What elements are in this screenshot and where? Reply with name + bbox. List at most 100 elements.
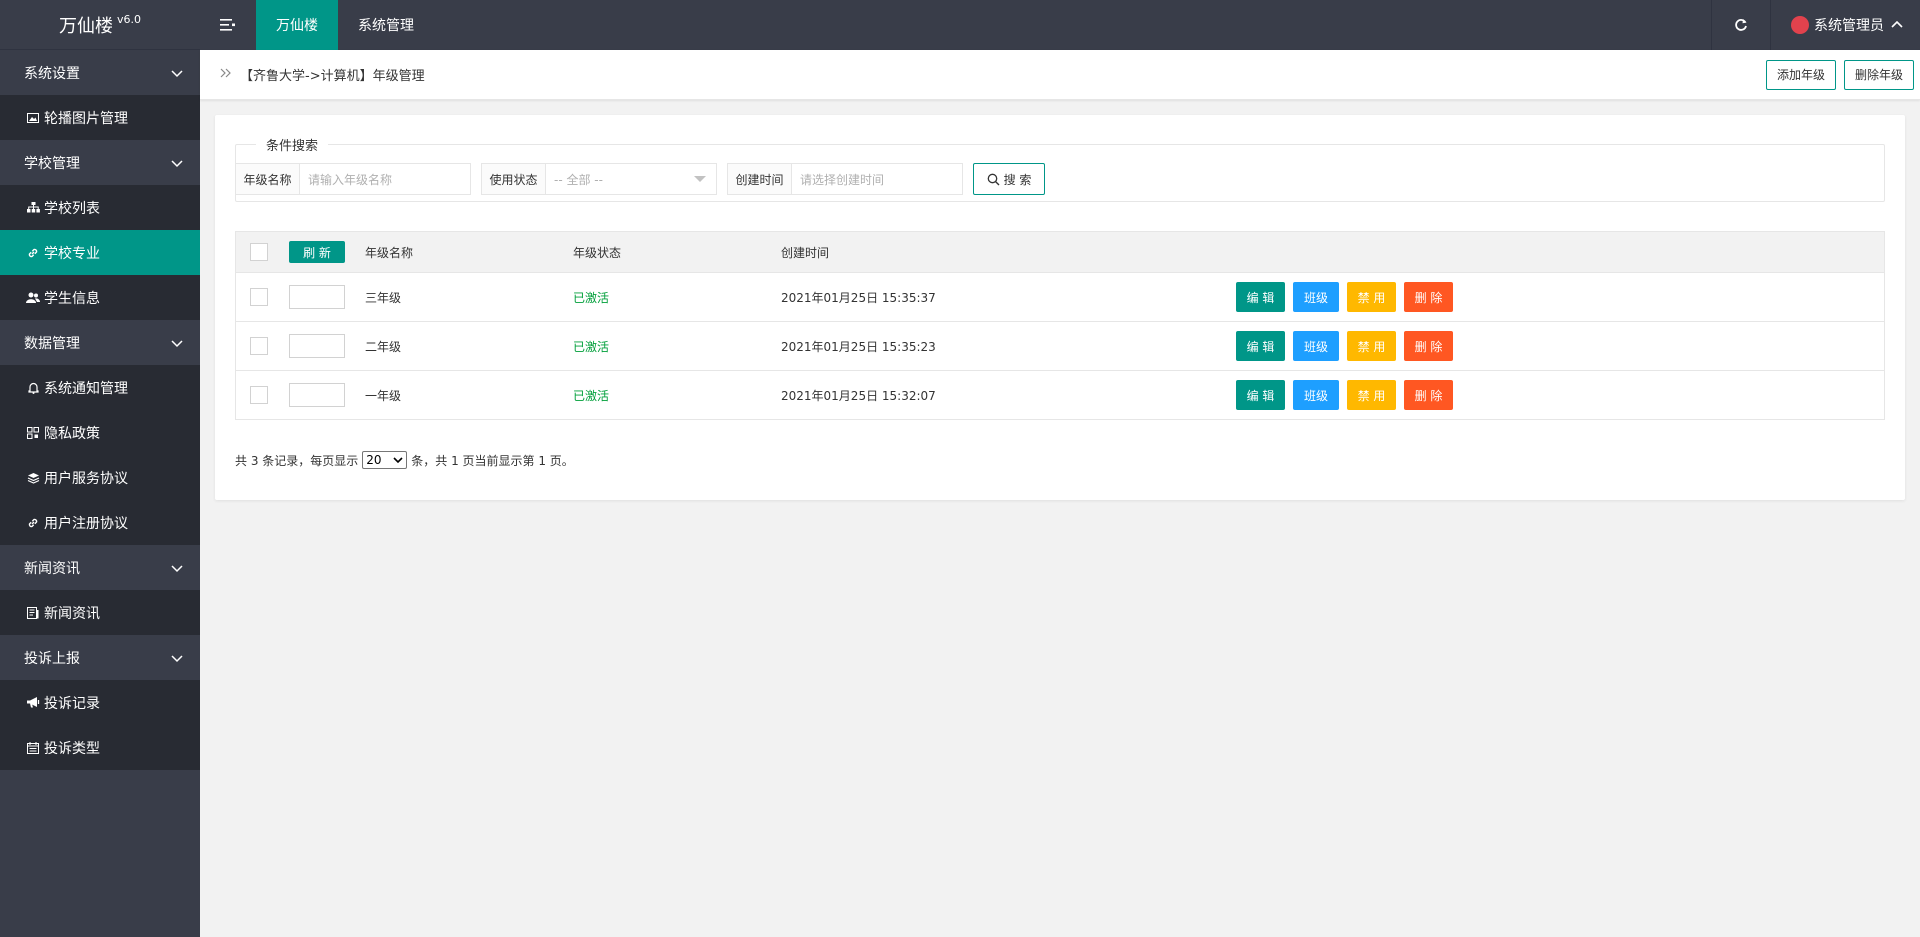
table-refresh-button[interactable]: 刷 新 <box>289 241 345 263</box>
app-logo[interactable]: 万仙楼 v6.0 <box>0 0 200 50</box>
grade-name-input[interactable]: 请输入年级名称 <box>300 164 470 194</box>
sidebar-group-label: 数据管理 <box>24 335 80 352</box>
bullhorn-icon <box>24 697 42 708</box>
chevron-down-icon <box>171 69 183 77</box>
sidebar-group[interactable]: 投诉上报 <box>0 635 200 680</box>
sidebar-group[interactable]: 学校管理 <box>0 140 200 185</box>
grade-name: 三年级 <box>365 290 402 305</box>
sidebar-item[interactable]: 学生信息 <box>0 275 200 320</box>
delete-grade-button[interactable]: 删除年级 <box>1843 59 1914 90</box>
header-grade-status: 年级状态 <box>573 245 622 260</box>
add-grade-button[interactable]: 添加年级 <box>1765 59 1836 90</box>
sidebar-item[interactable]: 系统通知管理 <box>0 365 200 410</box>
topbar: 万仙楼 系统管理 系统管理员 <box>200 0 1920 50</box>
disable-button[interactable]: 禁 用 <box>1347 331 1396 361</box>
link-icon <box>24 517 42 529</box>
delete-button[interactable]: 删 除 <box>1404 331 1453 361</box>
grid-icon <box>24 426 42 439</box>
sidebar-item[interactable]: 投诉类型 <box>0 725 200 770</box>
pager-suffix: 条，共 1 页当前显示第 1 页。 <box>411 453 574 468</box>
chevron-down-icon <box>171 339 183 347</box>
sidebar-item-label: 新闻资讯 <box>44 605 100 622</box>
sort-order-input[interactable] <box>289 285 345 309</box>
table-row: 一年级 已激活 2021年01月25日 15:32:07 编 辑班级禁 用删 除 <box>236 370 1884 419</box>
sidebar-item[interactable]: 隐私政策 <box>0 410 200 455</box>
search-button-label: 搜 索 <box>1003 172 1032 187</box>
edit-button[interactable]: 编 辑 <box>1236 380 1285 410</box>
sidebar-group[interactable]: 数据管理 <box>0 320 200 365</box>
sidebar-item[interactable]: 用户注册协议 <box>0 500 200 545</box>
sidebar-item-label: 学生信息 <box>44 290 100 307</box>
search-legend: 条件搜索 <box>266 139 319 154</box>
grade-table: 刷 新 年级名称 年级状态 创建时间 三年级 已激活 2021年01月25日 15:… <box>235 231 1885 420</box>
status-label: 使用状态 <box>482 164 546 194</box>
sidebar-menu: 系统设置轮播图片管理学校管理学校列表学校专业学生信息数据管理系统通知管理 隐私政策… <box>0 50 200 770</box>
row-actions: 编 辑班级禁 用删 除 <box>1236 331 1453 361</box>
user-menu[interactable]: 系统管理员 <box>1771 0 1920 50</box>
layers-icon <box>24 472 42 484</box>
select-all-checkbox[interactable] <box>250 243 268 261</box>
sidebar-group[interactable]: 系统设置 <box>0 50 200 95</box>
grade-name: 二年级 <box>365 339 402 354</box>
sitemap-icon <box>24 202 42 213</box>
chevron-down-icon <box>171 159 183 167</box>
sidebar-item-label: 用户服务协议 <box>44 470 128 487</box>
sidebar-item[interactable]: 学校列表 <box>0 185 200 230</box>
create-time: 2021年01月25日 15:35:37 <box>781 290 936 305</box>
menu-toggle-icon[interactable] <box>200 0 256 50</box>
delete-button[interactable]: 删 除 <box>1404 282 1453 312</box>
sidebar-group[interactable]: 新闻资讯 <box>0 545 200 590</box>
main-card: 条件搜索 年级名称 请输入年级名称 使用状态 -- 全部 -- 创建时间 请选择… <box>215 115 1905 500</box>
status-select-value: -- 全部 -- <box>554 172 603 187</box>
row-checkbox[interactable] <box>250 288 268 306</box>
sidebar-item[interactable]: 轮播图片管理 <box>0 95 200 140</box>
sort-order-input[interactable] <box>289 383 345 407</box>
sidebar-item[interactable]: 投诉记录 <box>0 680 200 725</box>
row-checkbox[interactable] <box>250 386 268 404</box>
sidebar-item-label: 学校专业 <box>44 245 100 262</box>
edit-button[interactable]: 编 辑 <box>1236 282 1285 312</box>
page-size-select[interactable]: 20 <box>362 451 408 469</box>
sidebar-item-label: 投诉记录 <box>44 695 100 712</box>
class-button[interactable]: 班级 <box>1293 282 1339 312</box>
user-name: 系统管理员 <box>1814 18 1884 34</box>
sidebar-item-label: 系统通知管理 <box>44 380 128 397</box>
top-tab-home[interactable]: 万仙楼 <box>256 0 338 50</box>
sidebar: 万仙楼 v6.0 系统设置 轮播图片管理 学校管理 学校列表 学校专业 学生信息 数据管理 系统… <box>0 0 200 937</box>
create-time-label: 创建时间 <box>728 164 792 194</box>
sidebar-item[interactable]: 新闻资讯 <box>0 590 200 635</box>
create-time-field: 创建时间 请选择创建时间 <box>727 163 963 195</box>
row-checkbox[interactable] <box>250 337 268 355</box>
delete-button[interactable]: 删 除 <box>1404 380 1453 410</box>
users-icon <box>24 292 42 303</box>
sidebar-item[interactable]: 学校专业 <box>0 230 200 275</box>
class-button[interactable]: 班级 <box>1293 331 1339 361</box>
top-tab-system[interactable]: 系统管理 <box>338 0 434 50</box>
news-icon <box>24 606 42 619</box>
edit-button[interactable]: 编 辑 <box>1236 331 1285 361</box>
disable-button[interactable]: 禁 用 <box>1347 380 1396 410</box>
sort-order-input[interactable] <box>289 334 345 358</box>
grade-status: 已激活 <box>573 290 610 305</box>
sidebar-item-label: 轮播图片管理 <box>44 110 128 127</box>
link-icon <box>24 247 42 259</box>
status-select[interactable]: -- 全部 -- <box>546 164 716 194</box>
class-button[interactable]: 班级 <box>1293 380 1339 410</box>
sidebar-item-label: 隐私政策 <box>44 425 100 442</box>
refresh-icon[interactable] <box>1711 0 1771 50</box>
bell-icon <box>24 382 42 394</box>
sidebar-item[interactable]: 用户服务协议 <box>0 455 200 500</box>
create-time-input[interactable]: 请选择创建时间 <box>792 164 962 194</box>
breadcrumb: 【齐鲁大学->计算机】年级管理 <box>240 69 425 84</box>
pagination-info: 共 3 条记录，每页显示 20 条，共 1 页当前显示第 1 页。 <box>235 451 574 469</box>
row-actions: 编 辑班级禁 用删 除 <box>1236 380 1453 410</box>
sidebar-item-label: 投诉类型 <box>44 740 100 757</box>
sidebar-item-label: 学校列表 <box>44 200 100 217</box>
grade-name: 一年级 <box>365 388 402 403</box>
search-button[interactable]: 搜 索 <box>973 163 1045 195</box>
table-header: 刷 新 年级名称 年级状态 创建时间 <box>236 232 1884 272</box>
app-name: 万仙楼 <box>58 15 113 37</box>
disable-button[interactable]: 禁 用 <box>1347 282 1396 312</box>
sidebar-group-label: 新闻资讯 <box>24 560 80 577</box>
sidebar-group-label: 学校管理 <box>24 155 80 172</box>
